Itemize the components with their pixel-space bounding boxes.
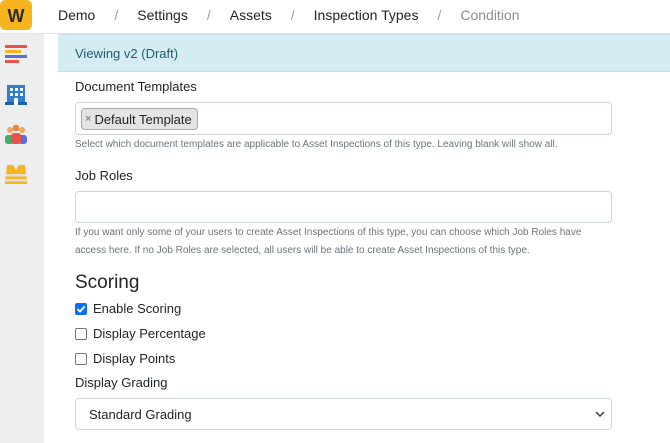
breadcrumb-current: Condition bbox=[460, 7, 520, 23]
chevron-down-icon bbox=[595, 411, 605, 418]
breadcrumb-settings[interactable]: Settings bbox=[137, 7, 188, 23]
selected-template-tag: × Default Template bbox=[81, 108, 198, 130]
job-roles-label: Job Roles bbox=[75, 168, 133, 183]
display-percentage-row: Display Percentage bbox=[75, 326, 206, 341]
app-logo-icon[interactable]: W bbox=[0, 0, 32, 30]
display-grading-select[interactable]: Standard Grading bbox=[75, 398, 612, 430]
display-points-label[interactable]: Display Points bbox=[93, 351, 175, 366]
job-roles-help: If you want only some of your users to c… bbox=[75, 227, 582, 256]
breadcrumb-assets[interactable]: Assets bbox=[230, 7, 272, 23]
display-points-row: Display Points bbox=[75, 351, 175, 366]
breadcrumb-separator: / bbox=[437, 7, 442, 23]
display-percentage-label[interactable]: Display Percentage bbox=[93, 326, 206, 341]
enable-scoring-row: Enable Scoring bbox=[75, 301, 181, 316]
breadcrumb-separator: / bbox=[206, 7, 211, 23]
breadcrumb: Demo / Settings / Assets / Inspection Ty… bbox=[58, 0, 520, 30]
display-grading-label: Display Grading bbox=[75, 375, 168, 390]
building-icon[interactable] bbox=[3, 82, 29, 106]
safety-vest-icon[interactable] bbox=[3, 162, 29, 186]
top-bar: W Demo / Settings / Assets / Inspection … bbox=[0, 0, 670, 34]
sidebar bbox=[0, 34, 44, 443]
logo-letter: W bbox=[8, 6, 25, 26]
display-points-checkbox[interactable] bbox=[75, 352, 87, 365]
breadcrumb-demo[interactable]: Demo bbox=[58, 7, 95, 23]
list-icon[interactable] bbox=[3, 42, 29, 66]
job-roles-input[interactable] bbox=[75, 191, 612, 223]
document-templates-multiselect[interactable]: × Default Template bbox=[75, 102, 612, 135]
remove-tag-icon[interactable]: × bbox=[85, 113, 91, 125]
document-templates-label: Document Templates bbox=[75, 79, 197, 94]
display-percentage-checkbox[interactable] bbox=[75, 327, 87, 340]
users-icon[interactable] bbox=[3, 122, 29, 146]
version-banner: Viewing v2 (Draft) bbox=[58, 34, 670, 72]
breadcrumb-separator: / bbox=[290, 7, 295, 23]
enable-scoring-label[interactable]: Enable Scoring bbox=[93, 301, 181, 316]
display-grading-value: Standard Grading bbox=[89, 406, 192, 422]
banner-text: Viewing v2 (Draft) bbox=[75, 45, 179, 61]
tag-label: Default Template bbox=[94, 111, 192, 127]
breadcrumb-inspection-types[interactable]: Inspection Types bbox=[314, 7, 419, 23]
checkmark-icon bbox=[76, 305, 86, 313]
enable-scoring-checkbox[interactable] bbox=[75, 302, 87, 315]
document-templates-help: Select which document templates are appl… bbox=[75, 139, 558, 150]
breadcrumb-separator: / bbox=[114, 7, 119, 23]
scoring-heading: Scoring bbox=[75, 272, 140, 293]
